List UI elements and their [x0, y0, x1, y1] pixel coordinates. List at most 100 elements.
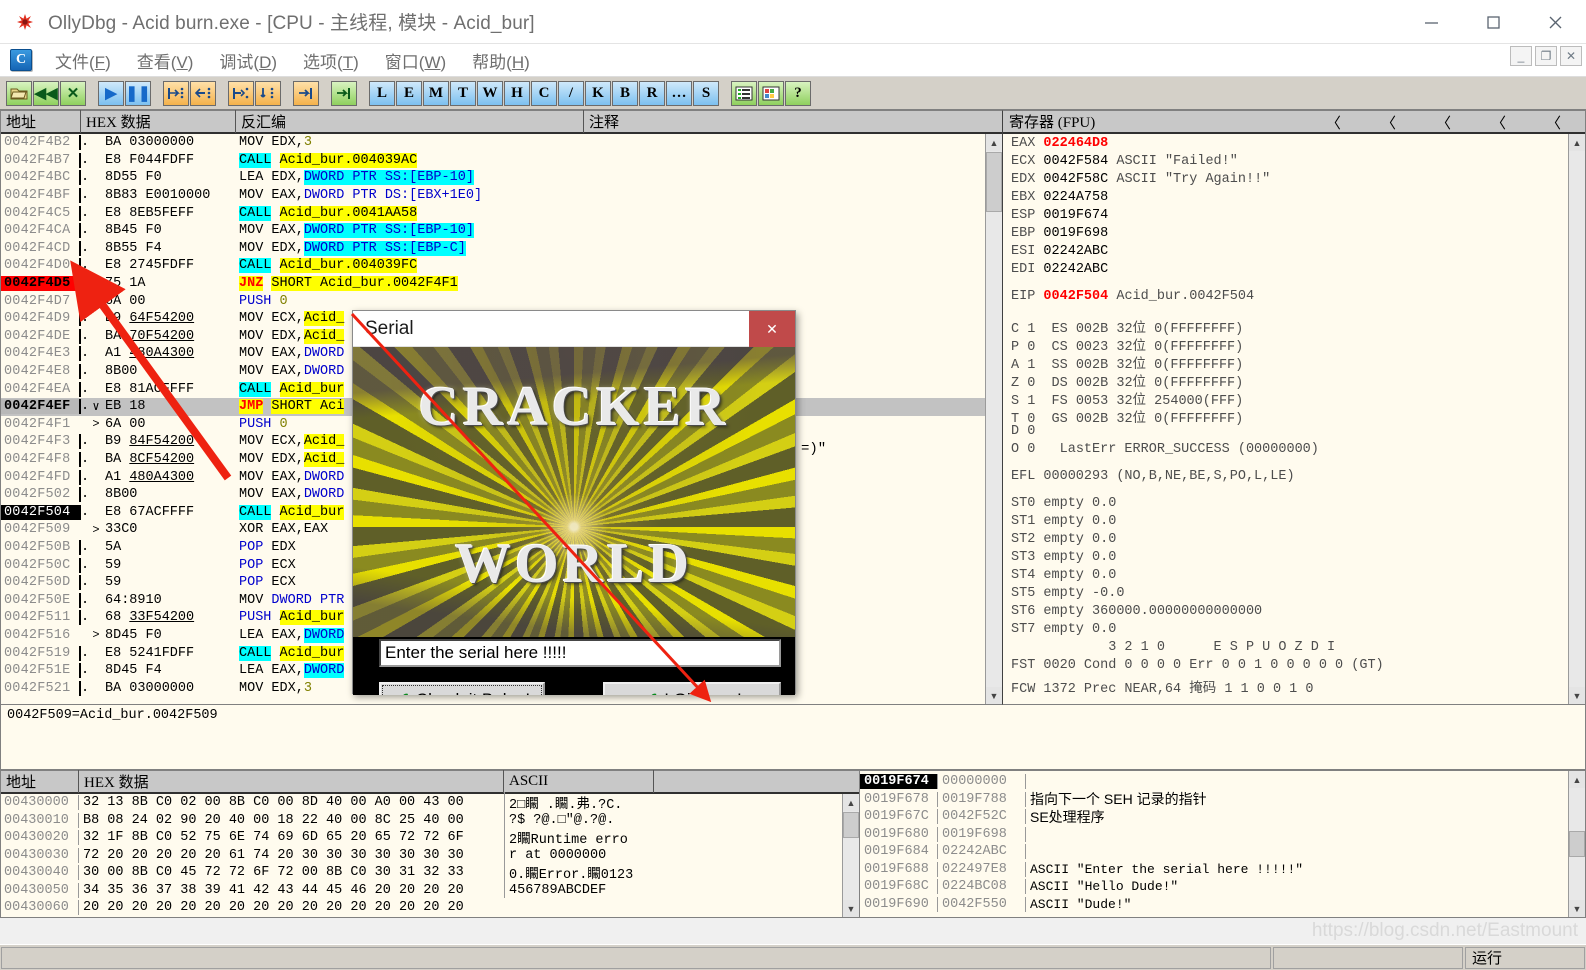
dump-row[interactable]: 00430030 72 20 20 20 20 20 61 74 20 30 30…	[1, 847, 859, 865]
dump-scroll-up-icon[interactable]: ▲	[843, 794, 859, 811]
stack-row[interactable]: 0019F680 0019F698	[860, 826, 1585, 844]
stack-row[interactable]: 0019F674 00000000	[860, 773, 1585, 791]
col-header-hexdata[interactable]: HEX 数据	[81, 110, 236, 133]
disasm-hexdata[interactable]: E8 F044FDFF	[105, 153, 237, 168]
mdi-close-button[interactable]: ✕	[1560, 46, 1582, 66]
dump-row[interactable]: 00430020 32 1F 8B C0 52 75 6E 74 69 6D 65…	[1, 827, 859, 849]
stack-row[interactable]: 0019F690 0042F550 ASCII "Dude!"	[860, 896, 1585, 914]
dump-ascii[interactable]: ?$ ?@.□"@.?@.	[504, 812, 654, 828]
disasm-mnemonic[interactable]: MOV EDX,3	[237, 135, 602, 150]
reg-collapse-arrow-3[interactable]: 〈	[1491, 112, 1506, 133]
disasm-hexdata[interactable]: 59	[105, 558, 237, 573]
registers-pane[interactable]: 寄存器 (FPU) 〈 〈 〈 〈 〈 EAX 022464D8 ECX 0042F584…	[1003, 110, 1586, 705]
disassembly-row[interactable]: 0042F4D0. E8 2745FDFF CALL Acid_bur.004039…	[1, 257, 1002, 275]
stack-comment[interactable]: ASCII "Enter the serial here !!!!!"	[1026, 862, 1585, 877]
dump-col-address[interactable]: 地址	[1, 770, 79, 793]
flag-row-5[interactable]: T 0 GS 002B 32位 0(FFFFFFFF)	[1011, 406, 1585, 427]
disasm-hexdata[interactable]: E8 81ACFFFF	[105, 382, 237, 397]
fpu-register-st2[interactable]: ST2 empty 0.0	[1011, 532, 1585, 550]
options-list-icon[interactable]	[731, 80, 757, 106]
stack-address[interactable]: 0019F688	[860, 861, 938, 877]
trace-over-icon[interactable]	[255, 80, 281, 106]
help-icon[interactable]: ?	[785, 80, 811, 106]
disasm-address[interactable]: 0042F50C	[1, 558, 79, 573]
disasm-hexdata[interactable]: 59	[105, 575, 237, 590]
executables-window-icon[interactable]: E	[396, 80, 422, 106]
disasm-address[interactable]: 0042F4D5	[1, 276, 79, 292]
col-header-disassembly[interactable]: 反汇编	[236, 110, 584, 133]
disasm-address[interactable]: 0042F519	[1, 646, 79, 661]
disasm-mnemonic[interactable]: MOV EAX,DWORD PTR DS:[EBX+1E0]	[237, 188, 602, 203]
step-over-icon[interactable]	[190, 80, 216, 106]
reg-collapse-arrow-1[interactable]: 〈	[1381, 112, 1396, 133]
dump-col-hex[interactable]: HEX 数据	[79, 770, 504, 793]
dump-address[interactable]: 00430030	[1, 847, 79, 863]
menu-debug[interactable]: 调试(D)	[206, 46, 290, 75]
disasm-mnemonic[interactable]: LEA EDX,DWORD PTR SS:[EBP-10]	[237, 170, 602, 186]
dump-address[interactable]: 00430050	[1, 882, 79, 898]
disasm-address[interactable]: 0042F502	[1, 487, 79, 502]
stack-row[interactable]: 0019F678 0019F788 指向下一个 SEH 记录的指针	[860, 791, 1585, 809]
disasm-hexdata[interactable]: 5A	[105, 540, 237, 555]
registers-collapse-arrows[interactable]: 〈 〈 〈 〈 〈	[1326, 111, 1561, 134]
disasm-address[interactable]: 0042F4D0	[1, 258, 79, 273]
register-eip[interactable]: EIP 0042F504 Acid_bur.0042F504	[1011, 289, 1585, 307]
stack-value[interactable]: 022497E8	[938, 861, 1026, 877]
disasm-address[interactable]: 0042F4D9	[1, 311, 79, 326]
disasm-address[interactable]: 0042F50E	[1, 593, 79, 608]
disasm-address[interactable]: 0042F51E	[1, 663, 79, 678]
fpu-register-st3[interactable]: ST3 empty 0.0	[1011, 550, 1585, 568]
registers-body[interactable]: EAX 022464D8 ECX 0042F584 ASCII "Failed!"…	[1003, 134, 1585, 697]
fpu-flag-header[interactable]: 3 2 1 0 E S P U O Z D I	[1011, 640, 1585, 658]
disasm-mnemonic[interactable]: CALL Acid_bur.0041AA58	[237, 205, 602, 221]
scroll-thumb[interactable]	[986, 152, 1002, 212]
memory-window-icon[interactable]: M	[423, 80, 449, 106]
disasm-address[interactable]: 0042F4BC	[1, 170, 79, 185]
disasm-mnemonic[interactable]: CALL Acid_bur.004039AC	[237, 152, 602, 168]
stack-address[interactable]: 0019F68C	[860, 879, 938, 895]
registers-scrollbar[interactable]: ▲ ▼	[1568, 134, 1585, 704]
maximize-button[interactable]	[1462, 0, 1524, 44]
dump-col-ascii[interactable]: ASCII	[504, 770, 654, 793]
disasm-address[interactable]: 0042F4B2	[1, 135, 79, 150]
handles-window-icon[interactable]: H	[504, 80, 530, 106]
disassembly-row[interactable]: 0042F4D7. 6A 00 PUSH 0	[1, 292, 1002, 310]
flag-row-4[interactable]: S 1 FS 0053 32位 254000(FFF)	[1011, 388, 1585, 409]
disasm-address[interactable]: 0042F4EA	[1, 382, 79, 397]
disasm-address[interactable]: 0042F50D	[1, 575, 79, 590]
serial-dialog[interactable]: Serial ✕ CRACKER WORLD Enter the serial …	[352, 310, 796, 695]
disasm-hexdata[interactable]: E8 8EB5FEFF	[105, 206, 237, 221]
give-up-button[interactable]: ✔ I Give up !	[603, 682, 781, 695]
stack-address[interactable]: 0019F690	[860, 896, 938, 912]
disasm-hexdata[interactable]: 33C0	[105, 522, 237, 537]
serial-dialog-close-icon[interactable]: ✕	[749, 311, 795, 347]
serial-input-field[interactable]: Enter the serial here !!!!!	[379, 639, 781, 667]
menu-help[interactable]: 帮助(H)	[459, 46, 543, 75]
stack-value[interactable]: 0042F550	[938, 896, 1026, 912]
disasm-address[interactable]: 0042F4FD	[1, 470, 79, 485]
register-edi[interactable]: EDI 02242ABC	[1011, 262, 1585, 280]
dump-row[interactable]: 00430060 20 20 20 20 20 20 20 20 20 20 20…	[1, 899, 859, 917]
disasm-address[interactable]: 0042F4EF	[1, 399, 79, 415]
disasm-address[interactable]: 0042F4F8	[1, 452, 79, 467]
register-edx[interactable]: EDX 0042F58C ASCII "Try Again!!"	[1011, 172, 1585, 190]
dump-address[interactable]: 00430060	[1, 900, 79, 916]
disasm-address[interactable]: 0042F4F3	[1, 434, 79, 449]
trace-into-icon[interactable]	[228, 80, 254, 106]
dump-hex[interactable]: 72 20 20 20 20 20 61 74 20 30 30 30 30 3…	[79, 848, 504, 863]
flag-row-1[interactable]: P 0 CS 0023 32位 0(FFFFFFFF)	[1011, 334, 1585, 355]
stack-value[interactable]: 0224BC08	[938, 879, 1026, 895]
stack-pane[interactable]: 0019F674 00000000 0019F678 0019F788 指向下一个 SE…	[860, 770, 1586, 918]
stack-value[interactable]: 0042F52C	[938, 809, 1026, 825]
disasm-hexdata[interactable]: BA 03000000	[105, 135, 237, 150]
disasm-mnemonic[interactable]: PUSH 0	[237, 294, 602, 309]
scroll-up-icon[interactable]: ▲	[986, 134, 1002, 151]
source-icon[interactable]: S	[693, 80, 719, 106]
disasm-hexdata[interactable]: 8B00	[105, 487, 237, 502]
dump-scroll-thumb[interactable]	[843, 812, 859, 838]
open-file-icon[interactable]	[6, 80, 32, 106]
stack-scroll-down-icon[interactable]: ▼	[1569, 900, 1585, 917]
disasm-hexdata[interactable]: E8 5241FDFF	[105, 646, 237, 661]
dump-row[interactable]: 00430050 34 35 36 37 38 39 41 42 43 44 45…	[1, 882, 859, 900]
disasm-mnemonic[interactable]: MOV EDX,DWORD PTR SS:[EBP-C]	[237, 240, 602, 256]
